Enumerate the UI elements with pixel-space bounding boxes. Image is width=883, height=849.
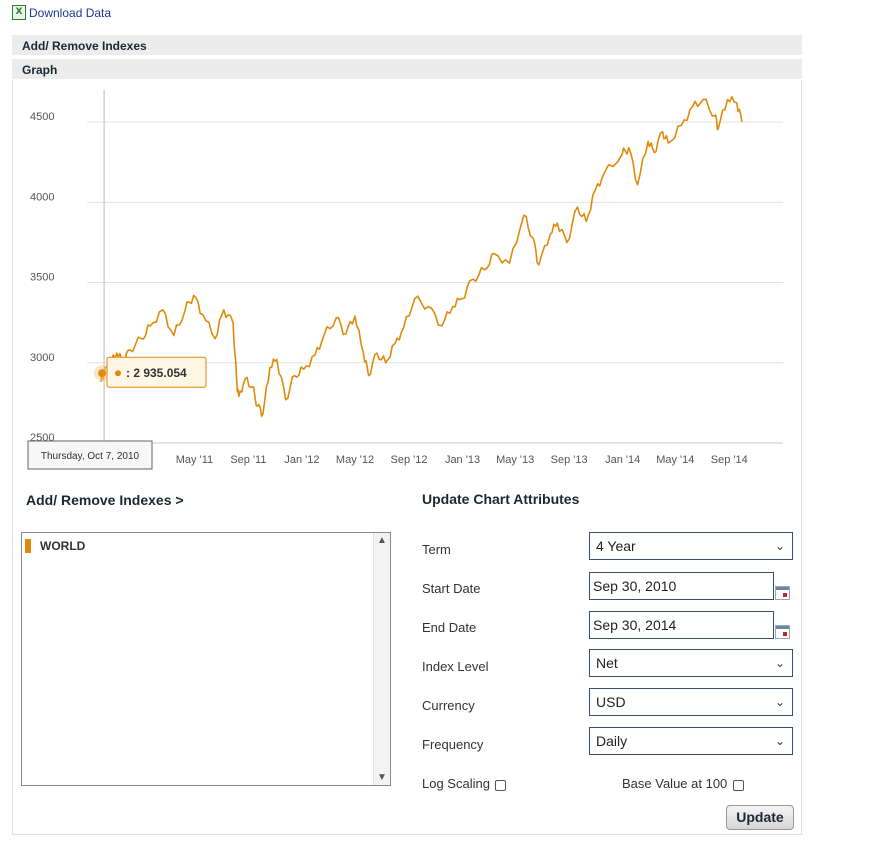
index-level-select[interactable]: Net ⌄ [589,649,793,677]
index-level-value: Net [596,655,618,671]
tooltip-date: Thursday, Oct 7, 2010 [41,451,140,462]
graph-section-bar: Graph [12,59,802,79]
index-chart[interactable]: 25003000350040004500 May '11 Sep '11 Jan '… [12,80,802,480]
add-remove-indexes-heading[interactable]: Add/ Remove Indexes > [26,492,184,508]
x-tick-label: Sep '14 [711,454,748,466]
add-remove-indexes-bar[interactable]: Add/ Remove Indexes [12,35,802,55]
index-list[interactable]: WORLD ▲ ▼ [21,532,391,786]
excel-icon: X [12,5,26,20]
chevron-down-icon: ⌄ [774,695,785,709]
x-tick-label: May '14 [656,454,694,466]
y-tick-label: 4000 [30,191,54,203]
term-select[interactable]: 4 Year ⌄ [589,532,793,560]
calendar-icon[interactable] [775,625,790,639]
term-value: 4 Year [596,538,636,554]
frequency-value: Daily [596,733,628,749]
update-chart-attributes-heading: Update Chart Attributes [422,491,580,507]
y-tick-label: 3500 [30,272,54,284]
currency-select[interactable]: USD ⌄ [589,688,793,716]
chevron-down-icon: ⌄ [774,539,785,553]
x-tick-label: Jan '12 [284,454,319,466]
list-scrollbar[interactable]: ▲ ▼ [373,533,390,785]
update-button[interactable]: Update [726,805,794,830]
hover-point [98,369,107,378]
tooltip-series-dot [115,370,121,377]
x-tick-label: May '12 [336,454,374,466]
start-date-input[interactable]: Sep 30, 2010 [589,572,774,600]
currency-value: USD [596,694,626,710]
x-tick-label: Sep '13 [551,454,588,466]
chevron-down-icon: ⌄ [774,656,785,670]
download-data-label: Download Data [29,5,112,20]
calendar-icon[interactable] [775,586,790,600]
base-value-label: Base Value at 100 [622,776,728,791]
index-level-label: Index Level [422,659,489,674]
currency-label: Currency [422,698,475,713]
list-item[interactable]: WORLD [25,539,85,553]
frequency-label: Frequency [422,737,484,752]
x-tick-label: May '13 [496,454,534,466]
x-tick-label: Jan '14 [605,454,640,466]
chevron-down-icon: ⌄ [774,734,785,748]
scroll-down-icon[interactable]: ▼ [374,772,390,783]
log-scaling-label: Log Scaling [422,776,490,791]
series-color-swatch [25,539,31,553]
tooltip-value: : 2 935.054 [126,366,187,380]
log-scaling-checkbox[interactable] [495,780,506,791]
frequency-select[interactable]: Daily ⌄ [589,727,793,755]
download-data-link[interactable]: X Download Data [12,5,111,20]
start-date-label: Start Date [422,581,481,596]
end-date-label: End Date [422,620,477,635]
index-label: WORLD [40,539,86,553]
term-label: Term [422,542,451,557]
scroll-up-icon[interactable]: ▲ [374,535,390,546]
base-value-checkbox[interactable] [733,780,744,791]
y-tick-label: 4500 [30,111,54,123]
end-date-input[interactable]: Sep 30, 2014 [589,611,774,639]
y-tick-label: 3000 [30,352,54,364]
x-tick-label: May '11 [176,454,213,466]
x-tick-label: Sep '11 [230,454,266,466]
x-tick-label: Sep '12 [391,454,428,466]
x-tick-label: Jan '13 [445,454,480,466]
